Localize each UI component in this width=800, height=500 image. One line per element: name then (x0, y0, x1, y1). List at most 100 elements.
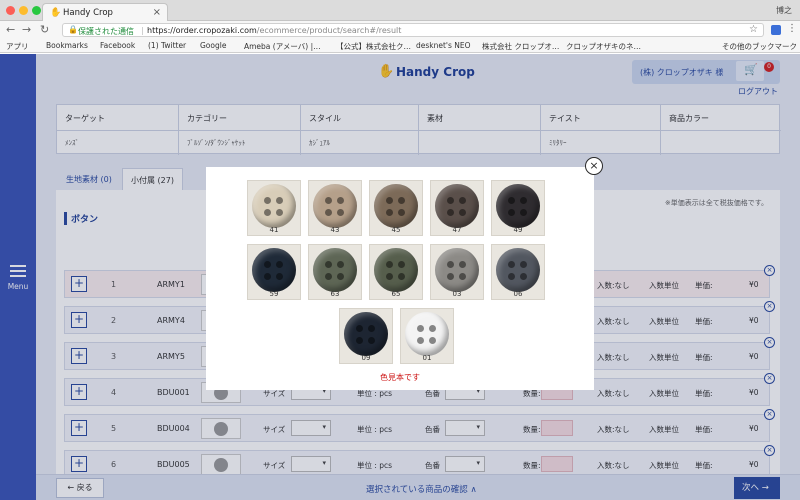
browser-menu-icon[interactable]: ⋮ (787, 23, 797, 34)
button-hole (325, 261, 332, 268)
button-sample-icon (435, 248, 479, 292)
color-swatch[interactable]: 06 (491, 244, 545, 300)
color-code: 06 (513, 290, 523, 298)
color-code: 63 (330, 290, 340, 298)
button-hole (386, 273, 393, 280)
color-swatch[interactable]: 49 (491, 180, 545, 236)
button-hole (386, 197, 393, 204)
button-sample-icon (435, 184, 479, 228)
button-hole (398, 261, 405, 268)
color-swatch[interactable]: 47 (430, 180, 484, 236)
button-hole (508, 273, 515, 280)
button-hole (398, 209, 405, 216)
button-hole (398, 273, 405, 280)
color-swatch[interactable]: 65 (369, 244, 423, 300)
maximize-window-button[interactable] (32, 6, 41, 15)
reload-icon[interactable]: ↻ (40, 23, 49, 36)
separator: | (141, 26, 144, 35)
button-sample-icon (374, 184, 418, 228)
color-code: 01 (422, 354, 432, 362)
button-sample-icon (496, 248, 540, 292)
bookmark-official[interactable]: 【公式】株式会社ク… (336, 41, 411, 52)
button-hole (429, 337, 436, 344)
color-code: 45 (391, 226, 401, 234)
color-swatch[interactable]: 09 (339, 308, 393, 364)
tab-close-icon[interactable]: × (153, 7, 161, 18)
button-hole (459, 261, 466, 268)
color-code: 59 (269, 290, 279, 298)
button-hole (429, 325, 436, 332)
button-hole (368, 337, 375, 344)
button-hole (276, 273, 283, 280)
bookmark-bookmarks[interactable]: Bookmarks (46, 41, 88, 50)
button-hole (447, 197, 454, 204)
button-hole (508, 261, 515, 268)
bookmark-google[interactable]: Google (200, 41, 226, 50)
bookmark-other[interactable]: その他のブックマーク (722, 41, 797, 52)
button-hole (459, 197, 466, 204)
color-swatch[interactable]: 45 (369, 180, 423, 236)
button-hole (508, 209, 515, 216)
profile-name[interactable]: 博之 (776, 5, 792, 16)
lock-icon: 🔒 (68, 25, 78, 34)
button-hole (337, 261, 344, 268)
button-hole (276, 261, 283, 268)
button-hole (447, 273, 454, 280)
color-swatch[interactable]: 59 (247, 244, 301, 300)
button-hole (337, 209, 344, 216)
bookmark-star-icon[interactable]: ☆ (749, 24, 758, 35)
bookmark-crop-company[interactable]: 株式会社 クロップオ… (482, 41, 559, 52)
button-hole (325, 197, 332, 204)
url-text: https://order.cropozaki.com/ecommerce/pr… (147, 26, 402, 35)
button-hole (325, 209, 332, 216)
color-sample-note: 色見本です (380, 373, 420, 382)
button-sample-icon (313, 248, 357, 292)
button-hole (337, 197, 344, 204)
color-code: 49 (513, 226, 523, 234)
button-hole (459, 273, 466, 280)
button-sample-icon (344, 312, 388, 356)
color-swatch[interactable]: 43 (308, 180, 362, 236)
color-swatch[interactable]: 03 (430, 244, 484, 300)
button-sample-icon (252, 184, 296, 228)
button-sample-icon (496, 184, 540, 228)
close-window-button[interactable] (6, 6, 15, 15)
bookmark-apps[interactable]: アプリ (6, 41, 29, 52)
button-hole (417, 337, 424, 344)
button-hole (264, 209, 271, 216)
button-hole (325, 273, 332, 280)
address-toolbar: ← → ↻ 🔒 保護された通信 | https://order.cropozak… (0, 21, 800, 39)
bookmark-desknets[interactable]: desknet's NEO (416, 41, 471, 50)
button-hole (264, 273, 271, 280)
button-hole (356, 325, 363, 332)
button-hole (508, 197, 515, 204)
button-hole (276, 209, 283, 216)
color-swatch[interactable]: 63 (308, 244, 362, 300)
minimize-window-button[interactable] (19, 6, 28, 15)
button-hole (356, 337, 363, 344)
address-bar[interactable]: 🔒 保護された通信 | https://order.cropozaki.com/… (62, 23, 764, 37)
forward-arrow-icon[interactable]: → (22, 23, 31, 36)
extension-icon[interactable] (771, 25, 781, 35)
button-sample-icon (252, 248, 296, 292)
bookmark-ameba[interactable]: Ameba (アメーバ) |… (244, 41, 321, 52)
button-sample-icon (313, 184, 357, 228)
color-code: 65 (391, 290, 401, 298)
bookmark-twitter[interactable]: (1) Twitter (148, 41, 186, 50)
browser-tab[interactable]: ✋ Handy Crop × (42, 3, 168, 21)
bookmark-crop-net[interactable]: クロップオザキのネ… (566, 41, 641, 52)
button-hole (276, 197, 283, 204)
color-swatch[interactable]: 41 (247, 180, 301, 236)
button-sample-icon (374, 248, 418, 292)
back-arrow-icon[interactable]: ← (6, 23, 15, 36)
color-code: 03 (452, 290, 462, 298)
bookmark-facebook[interactable]: Facebook (100, 41, 135, 50)
color-swatch[interactable]: 01 (400, 308, 454, 364)
button-hole (520, 261, 527, 268)
color-sample-modal: 41 43 45 47 49 59 63 65 03 06 09 01 (206, 167, 594, 390)
tab-title: Handy Crop (63, 8, 113, 18)
button-hole (520, 273, 527, 280)
color-code: 47 (452, 226, 462, 234)
modal-close-button[interactable]: × (585, 157, 603, 175)
handy-crop-favicon-icon: ✋ (50, 8, 62, 18)
